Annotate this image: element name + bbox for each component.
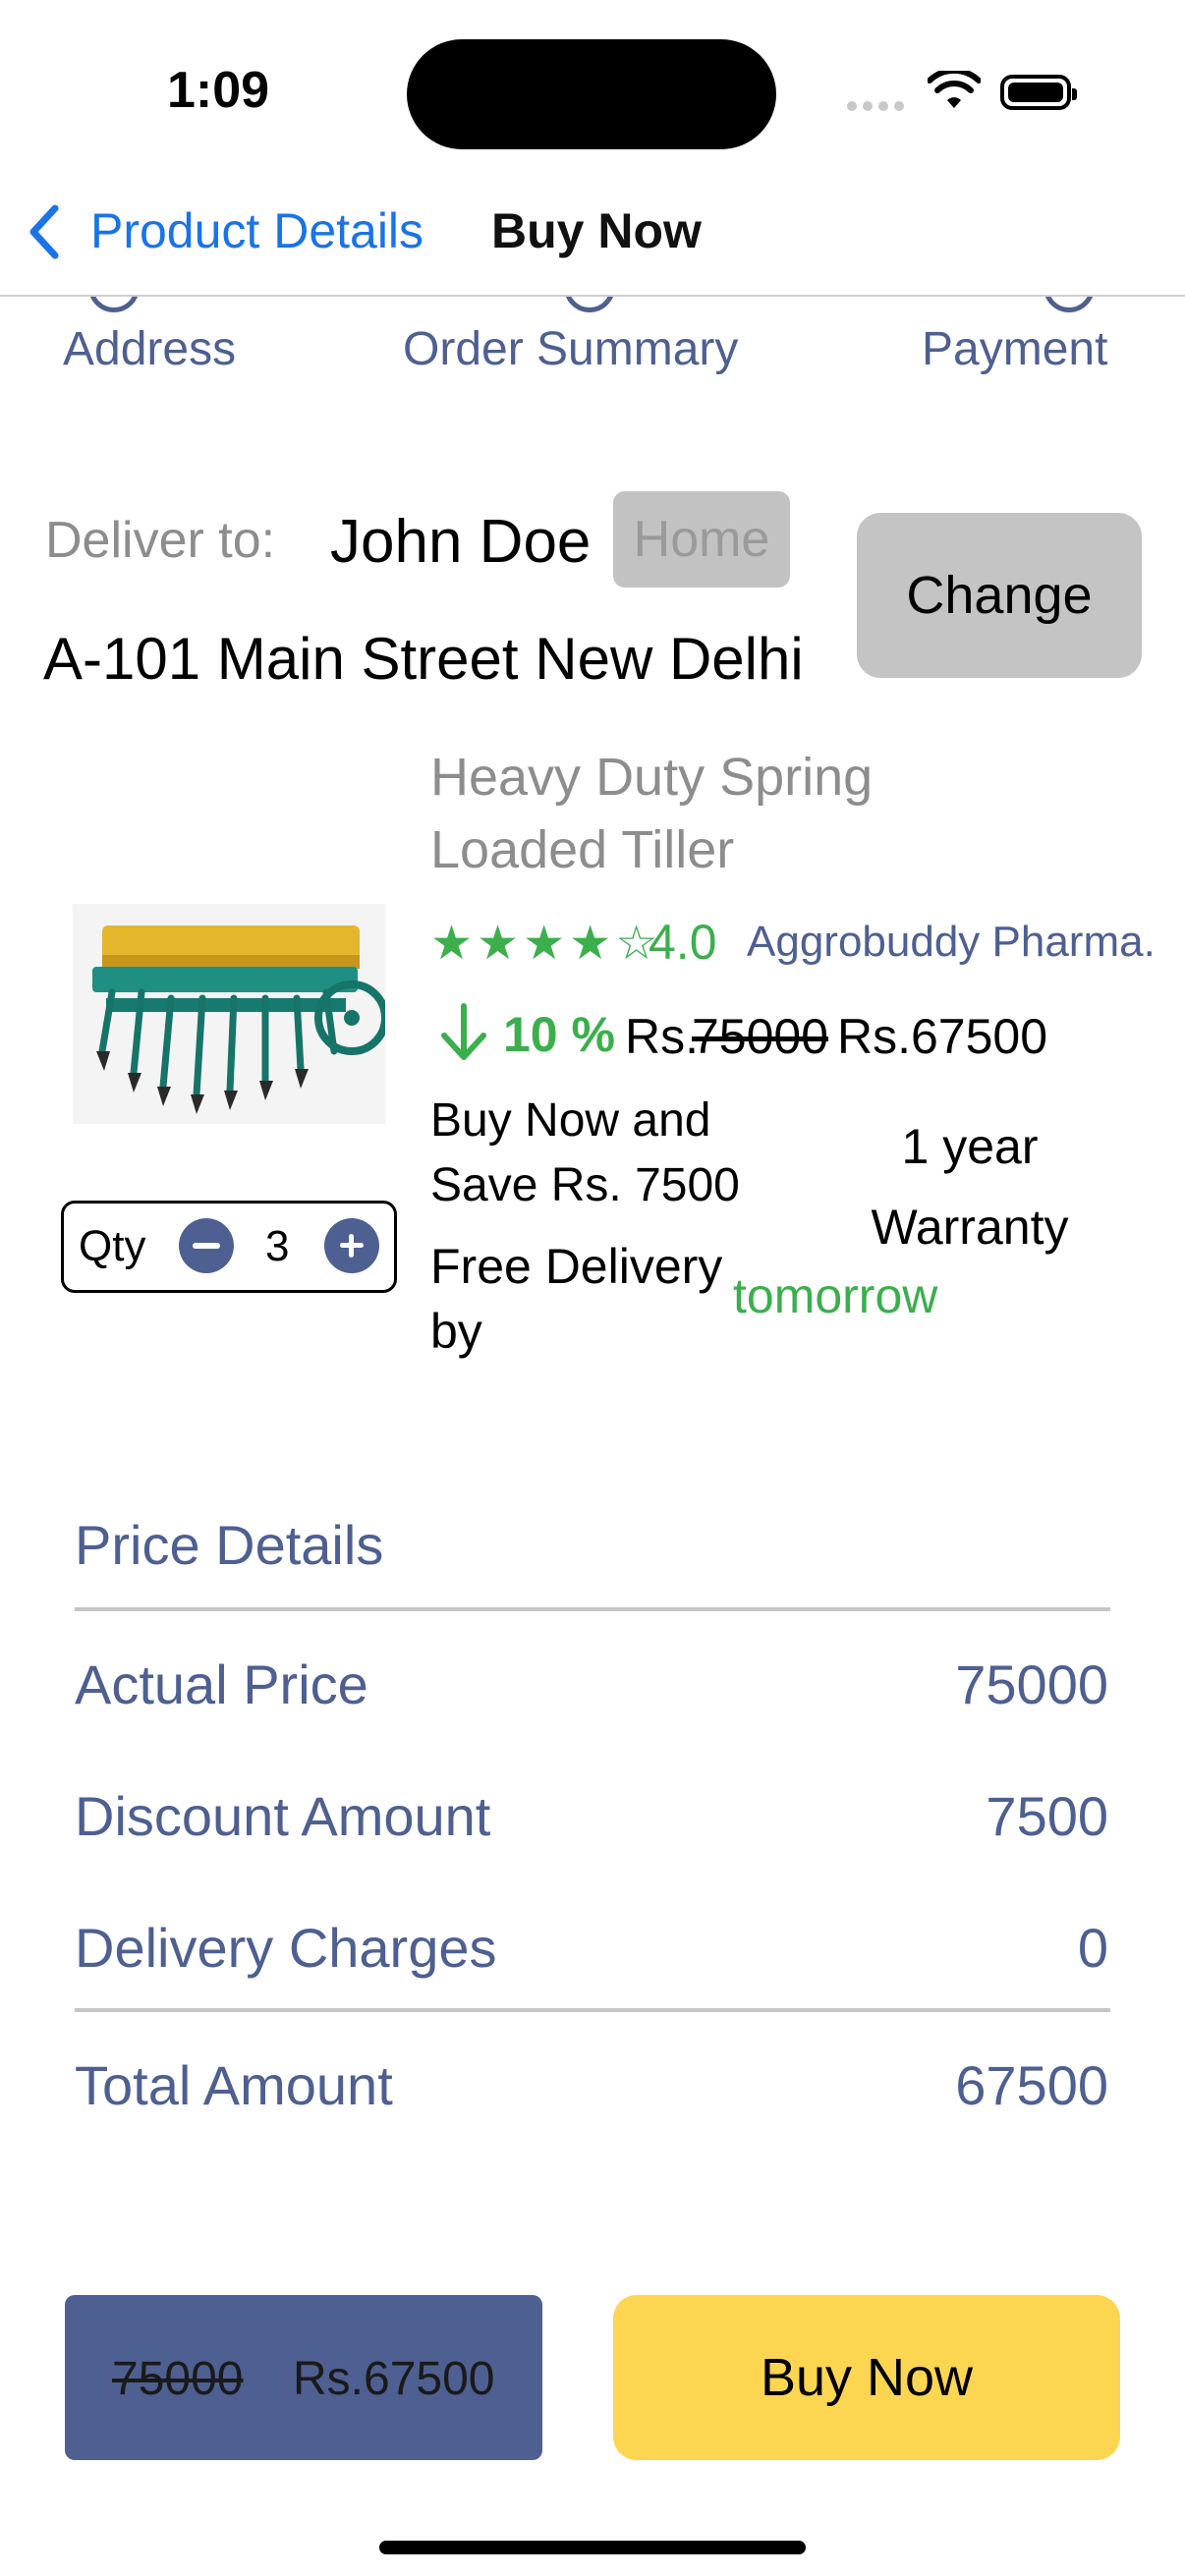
savings-text: Buy Now and Save Rs. 7500 — [430, 1094, 740, 1211]
price-details-title: Price Details — [75, 1514, 384, 1576]
quantity-label: Qty — [79, 1222, 146, 1270]
total-divider — [75, 2008, 1110, 2012]
discounted-price: Rs.67500 — [837, 1009, 1048, 1064]
bottom-discounted-price: Rs.67500 — [293, 2353, 495, 2405]
price-row-value: 7500 — [986, 1785, 1108, 1847]
price-row-discount: Discount Amount 7500 — [75, 1784, 1108, 1848]
bottom-original-price: 75000 — [112, 2353, 244, 2405]
price-row-label: Delivery Charges — [75, 1917, 497, 1979]
price-details-divider — [75, 1607, 1110, 1611]
product-name: Heavy Duty Spring Loaded Tiller — [430, 748, 874, 879]
price-row-actual: Actual Price 75000 — [75, 1652, 1108, 1716]
page-title: Buy Now — [491, 203, 702, 258]
price-row-label: Actual Price — [75, 1653, 368, 1715]
address-type-badge: Home — [613, 491, 790, 588]
total-value: 67500 — [955, 2054, 1108, 2116]
quantity-value: 3 — [265, 1222, 290, 1270]
step-indicator-address — [88, 297, 140, 312]
step-label-address: Address — [63, 323, 237, 375]
original-price: 75000 — [692, 1009, 829, 1064]
price-row-value: 0 — [1077, 1917, 1108, 1979]
cellular-signal-icon — [847, 98, 910, 116]
deliver-to-label: Deliver to: — [45, 512, 276, 569]
star-rating-icon: ★★★★☆ — [430, 918, 662, 970]
home-indicator[interactable] — [379, 2541, 806, 2554]
dynamic-island — [407, 39, 776, 149]
seller-name[interactable]: Aggrobuddy Pharma. — [747, 918, 1156, 967]
price-row-label: Discount Amount — [75, 1785, 491, 1847]
back-button[interactable]: Product Details — [90, 202, 423, 259]
step-indicator-order-summary — [564, 297, 615, 312]
recipient-name: John Doe — [330, 508, 592, 576]
delivery-address: A-101 Main Street New Delhi — [43, 626, 804, 692]
price-row-total: Total Amount 67500 — [75, 2053, 1108, 2117]
step-label-order-summary: Order Summary — [403, 323, 739, 375]
wifi-icon — [927, 67, 982, 115]
discount-percent: 10 % — [503, 1007, 615, 1062]
decrease-quantity-button[interactable] — [179, 1218, 234, 1273]
warranty-text: 1 year Warranty — [871, 1119, 1069, 1255]
rating-value: 4.0 — [649, 915, 717, 970]
product-image — [73, 904, 389, 1124]
step-label-payment: Payment — [922, 323, 1108, 375]
currency-prefix: Rs. — [625, 1009, 699, 1064]
checkout-stepper: Address Order Summary Payment — [0, 297, 1185, 415]
increase-quantity-button[interactable] — [324, 1218, 379, 1273]
arrow-down-icon — [436, 1002, 491, 1068]
status-time: 1:09 — [167, 62, 270, 119]
step-indicator-payment — [1044, 297, 1095, 312]
battery-icon — [1000, 75, 1077, 110]
delivery-day: tomorrow — [733, 1268, 938, 1323]
price-row-value: 75000 — [955, 1653, 1108, 1715]
buy-now-button[interactable]: Buy Now — [613, 2295, 1120, 2460]
back-chevron-icon[interactable] — [24, 202, 63, 266]
total-label: Total Amount — [75, 2054, 393, 2116]
price-row-delivery: Delivery Charges 0 — [75, 1916, 1108, 1980]
free-delivery-text: Free Delivery by — [430, 1239, 723, 1359]
change-address-button[interactable]: Change — [857, 513, 1142, 678]
